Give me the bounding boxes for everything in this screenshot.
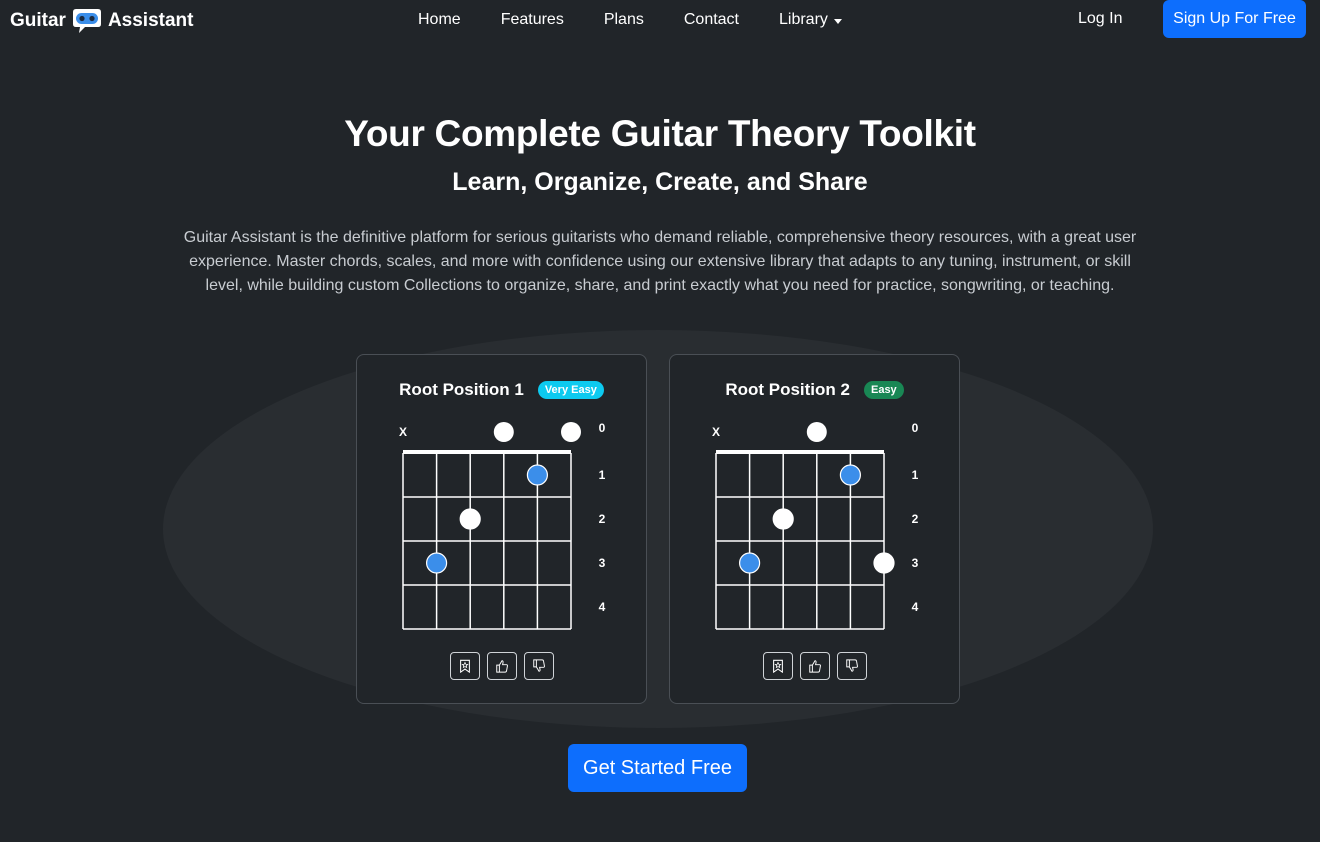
chat-bot-icon — [72, 9, 101, 33]
open-string-dot — [493, 422, 514, 442]
nav-home[interactable]: Home — [398, 11, 481, 29]
hero-title: Your Complete Guitar Theory Toolkit — [344, 113, 976, 154]
finger-dot — [459, 508, 481, 530]
root-note-dot — [839, 464, 861, 486]
fret-number-label: 1 — [599, 468, 606, 482]
open-string-dot — [806, 422, 827, 442]
fret-number-label: 3 — [912, 556, 919, 570]
background-glow — [163, 330, 1153, 728]
dislike-button[interactable] — [836, 652, 867, 680]
thumbs-up-icon — [808, 660, 821, 673]
fret-number-label: 0 — [912, 421, 919, 435]
fret-number-label: 2 — [599, 512, 606, 526]
thumbs-down-icon — [532, 659, 545, 672]
root-note-dot — [526, 464, 548, 486]
fret-number-label: 3 — [599, 556, 606, 570]
chord-card-actions — [357, 652, 646, 680]
bookmark-button[interactable] — [762, 652, 793, 680]
thumbs-down-icon — [845, 659, 858, 672]
bookmark-icon — [772, 659, 783, 673]
nav-plans[interactable]: Plans — [584, 11, 664, 29]
open-string-dot — [561, 422, 581, 442]
nav-contact[interactable]: Contact — [664, 11, 759, 29]
hero-subtitle: Learn, Organize, Create, and Share — [452, 168, 868, 196]
fret-number-label: 1 — [912, 468, 919, 482]
dislike-button[interactable] — [523, 652, 554, 680]
muted-string-marker: X — [712, 425, 720, 439]
fret-number-label: 0 — [599, 421, 606, 435]
bookmark-button[interactable] — [449, 652, 480, 680]
bookmark-icon — [459, 659, 470, 673]
nav-library-label: Library — [779, 11, 828, 28]
like-button[interactable] — [799, 652, 830, 680]
root-note-dot — [425, 552, 448, 574]
fret-number-label: 2 — [912, 512, 919, 526]
nut — [716, 450, 884, 454]
chord-diagram: 0 1 2 3 4 X — [399, 421, 606, 630]
like-button[interactable] — [486, 652, 517, 680]
chord-diagram: 0 1 2 3 4 X — [712, 421, 919, 630]
muted-string-marker: X — [399, 425, 407, 439]
root-note-dot — [738, 552, 761, 574]
hero-description: Guitar Assistant is the definitive platf… — [183, 229, 1137, 294]
nav-library-dropdown[interactable]: Library — [759, 11, 862, 29]
signup-button[interactable]: Sign Up For Free — [1163, 0, 1306, 38]
nav-features[interactable]: Features — [481, 11, 584, 29]
brand-word-guitar: Guitar — [10, 10, 66, 31]
fret-number-label: 4 — [912, 600, 919, 614]
chord-card-actions — [670, 652, 959, 680]
finger-dot — [772, 508, 794, 530]
brand-logo[interactable]: Guitar Assistant — [10, 6, 193, 36]
caret-down-icon — [833, 18, 842, 24]
nav-links: Home Features Plans Contact Library — [398, 0, 862, 40]
nut — [403, 450, 571, 454]
brand-word-assistant: Assistant — [107, 10, 194, 31]
finger-dot — [873, 552, 895, 574]
login-link[interactable]: Log In — [1078, 10, 1122, 28]
chord-card-1: Root Position 1 Very Easy 01234X — [356, 354, 647, 704]
thumbs-up-icon — [495, 660, 508, 673]
get-started-button[interactable]: Get Started Free — [568, 744, 747, 792]
chord-card-2: Root Position 2 Easy 01234X — [669, 354, 960, 704]
fret-number-label: 4 — [599, 600, 606, 614]
navbar: Guitar Assistant Home Features Plans Con… — [0, 0, 1320, 40]
